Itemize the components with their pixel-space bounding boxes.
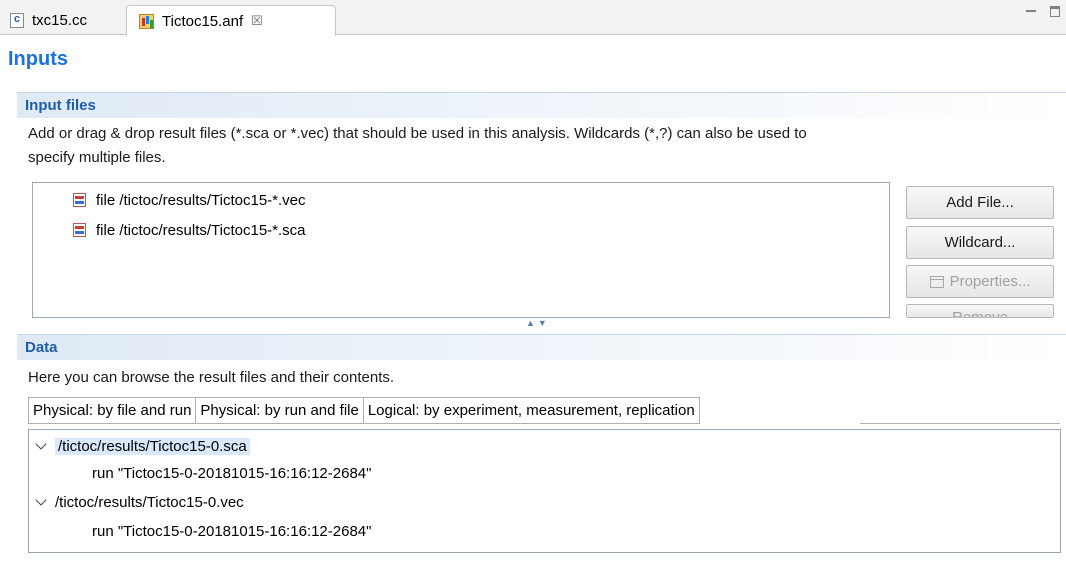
properties-button-label: Properties... <box>949 273 1031 290</box>
editor-tab-bar: txc15.cc Tictoc15.anf ☒ <box>0 0 1066 36</box>
chevron-down-icon[interactable] <box>35 494 47 506</box>
tab-strip-divider <box>860 423 1060 424</box>
input-files-section-header[interactable]: Input files <box>17 92 1066 118</box>
wildcard-button[interactable]: Wildcard... <box>906 226 1054 259</box>
tree-node-file[interactable]: /tictoc/results/Tictoc15-0.sca <box>35 434 250 458</box>
tree-node-run[interactable]: run "Tictoc15-0-20181015-16:16:12-2684" <box>92 519 371 543</box>
analysis-file-icon <box>139 13 154 29</box>
editor-tab-label: txc15.cc <box>32 11 88 29</box>
data-section-header[interactable]: Data <box>17 334 1066 360</box>
tab-physical-by-file-and-run[interactable]: Physical: by file and run <box>28 397 197 424</box>
result-file-icon <box>73 193 86 207</box>
input-files-description: Add or drag & drop result files (*.sca o… <box>28 122 807 170</box>
editor-tab-tictoc15-anf[interactable]: Tictoc15.anf ☒ <box>126 5 336 36</box>
sash-arrows-icon[interactable]: ▲▼ <box>526 318 550 328</box>
editor-tab-label: Tictoc15.anf <box>162 12 244 30</box>
input-files-list[interactable]: file /tictoc/results/Tictoc15-*.vec file… <box>32 182 890 318</box>
tab-physical-by-run-and-file[interactable]: Physical: by run and file <box>196 397 364 424</box>
chevron-down-icon[interactable] <box>35 438 47 450</box>
add-file-button[interactable]: Add File... <box>906 186 1054 219</box>
properties-icon <box>929 275 944 288</box>
tree-node-file[interactable]: /tictoc/results/Tictoc15-0.vec <box>35 490 244 514</box>
list-item[interactable]: file /tictoc/results/Tictoc15-*.vec <box>73 189 306 211</box>
list-item-label: file /tictoc/results/Tictoc15-*.sca <box>96 221 306 239</box>
cpp-file-icon <box>10 12 24 28</box>
data-description: Here you can browse the result files and… <box>28 369 395 386</box>
remove-button[interactable]: Remove <box>906 304 1054 318</box>
result-files-tree[interactable]: /tictoc/results/Tictoc15-0.sca run "Tict… <box>28 429 1061 553</box>
tree-node-label: /tictoc/results/Tictoc15-0.sca <box>55 437 250 455</box>
tree-node-label: /tictoc/results/Tictoc15-0.vec <box>55 493 244 511</box>
result-file-icon <box>73 223 86 237</box>
properties-button[interactable]: Properties... <box>906 265 1054 298</box>
tree-node-label: run "Tictoc15-0-20181015-16:16:12-2684" <box>92 464 372 482</box>
editor-tab-txc15[interactable]: txc15.cc <box>4 5 122 35</box>
maximize-icon[interactable] <box>1050 6 1060 17</box>
description-line: Add or drag & drop result files (*.sca o… <box>28 125 807 142</box>
list-item-label: file /tictoc/results/Tictoc15-*.vec <box>96 191 306 209</box>
minimize-icon[interactable] <box>1026 10 1036 16</box>
close-tab-icon[interactable]: ☒ <box>251 13 263 29</box>
window-controls <box>1026 4 1060 17</box>
description-line: specify multiple files. <box>28 149 166 166</box>
list-item[interactable]: file /tictoc/results/Tictoc15-*.sca <box>73 219 306 241</box>
data-view-tabs: Physical: by file and run Physical: by r… <box>28 397 700 424</box>
tree-node-label: run "Tictoc15-0-20181015-16:16:12-2684" <box>92 522 372 540</box>
form-title: Inputs <box>8 48 68 70</box>
tab-logical[interactable]: Logical: by experiment, measurement, rep… <box>363 397 700 424</box>
tree-node-run[interactable]: run "Tictoc15-0-20181015-16:16:12-2684" <box>92 461 371 485</box>
